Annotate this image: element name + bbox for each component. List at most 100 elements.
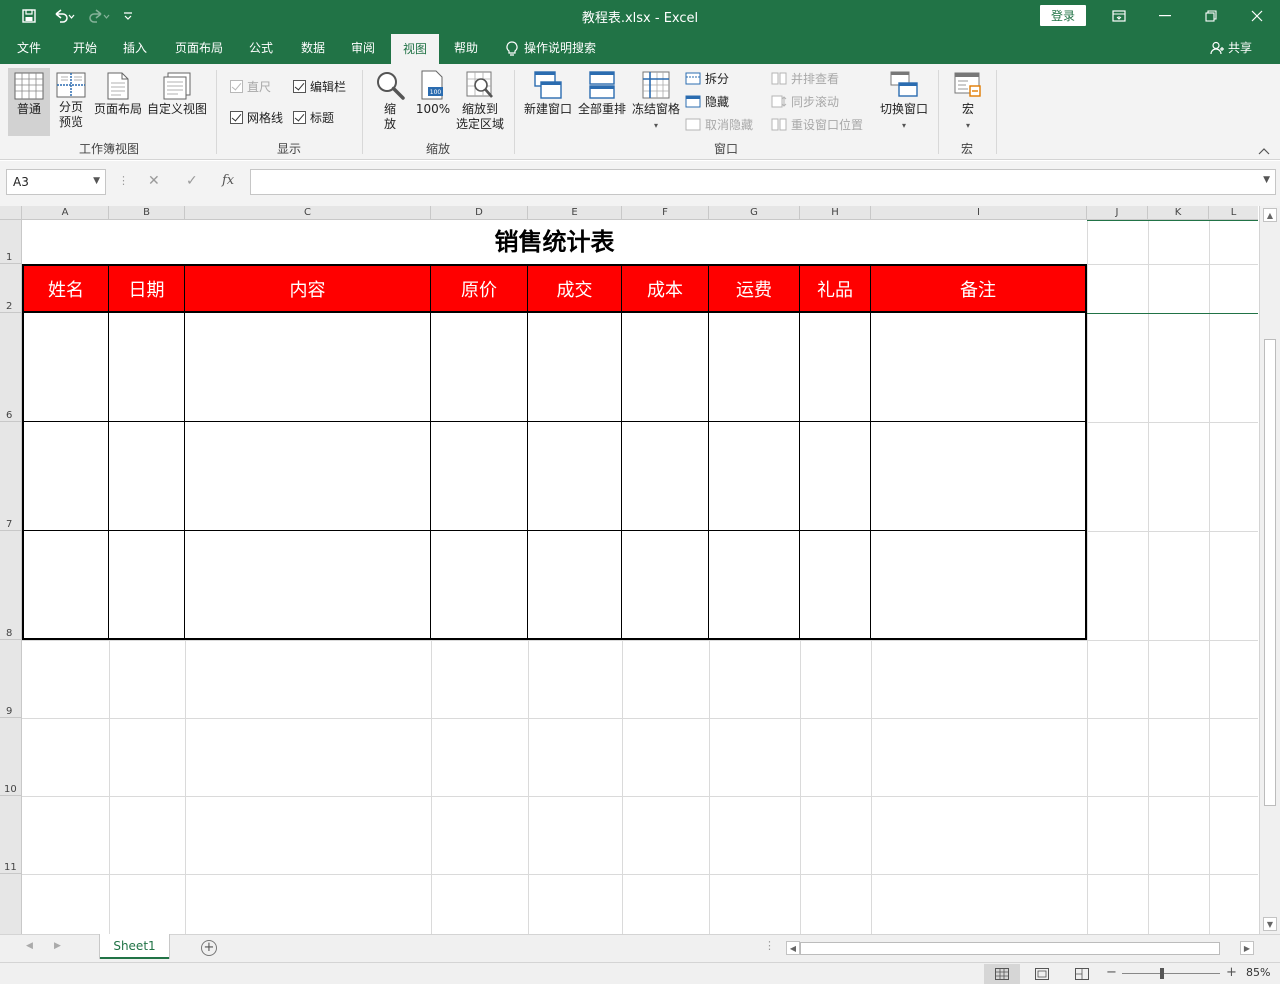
header-cell-shipping[interactable]: 运费: [709, 264, 800, 313]
select-all-corner[interactable]: [0, 206, 22, 220]
tab-page-layout[interactable]: 页面布局: [168, 32, 230, 64]
ruler-checkbox[interactable]: 直尺: [230, 78, 271, 95]
zoom-slider-knob[interactable]: [1160, 968, 1164, 979]
reset-window-position-button[interactable]: 重设窗口位置: [771, 116, 863, 133]
zoom-out-icon[interactable]: −: [1106, 965, 1117, 980]
table-cell[interactable]: [871, 313, 1087, 422]
arrange-all-button[interactable]: 全部重排: [576, 70, 628, 117]
column-header-j[interactable]: J: [1087, 206, 1148, 220]
expand-formula-bar-icon[interactable]: ▼: [1263, 175, 1270, 185]
column-header-l[interactable]: L: [1209, 206, 1258, 220]
ribbon-display-options-icon[interactable]: [1096, 0, 1142, 32]
formula-input[interactable]: ▼: [250, 169, 1276, 195]
normal-view-button[interactable]: 普通: [8, 68, 50, 136]
row-header-11[interactable]: 11: [0, 796, 22, 874]
table-cell[interactable]: [185, 313, 431, 422]
page-break-preview-button[interactable]: 分页 预览: [52, 72, 90, 130]
table-cell[interactable]: [800, 313, 871, 422]
tab-help[interactable]: 帮助: [444, 32, 488, 64]
table-cell[interactable]: [22, 313, 109, 422]
table-cell[interactable]: [22, 422, 109, 531]
tab-view[interactable]: 视图: [391, 34, 439, 64]
column-header-h[interactable]: H: [800, 206, 871, 220]
table-cell[interactable]: [709, 531, 800, 640]
worksheet-grid[interactable]: 销售统计表 姓名 日期 内容 原价 成交 成本 运费 礼品 备注: [22, 220, 1258, 934]
normal-view-status-button[interactable]: [984, 964, 1020, 984]
name-box[interactable]: A3 ▼: [6, 169, 106, 195]
row-header-10[interactable]: 10: [0, 718, 22, 796]
table-cell[interactable]: [431, 313, 528, 422]
header-cell-gift[interactable]: 礼品: [800, 264, 871, 313]
zoom-level[interactable]: 85%: [1246, 966, 1270, 979]
header-cell-date[interactable]: 日期: [109, 264, 185, 313]
table-cell[interactable]: [22, 531, 109, 640]
tab-home[interactable]: 开始: [62, 32, 108, 64]
column-header-g[interactable]: G: [709, 206, 800, 220]
name-box-dropdown-icon[interactable]: ▼: [93, 176, 100, 186]
row-header-7[interactable]: 7: [0, 422, 22, 531]
freeze-panes-button[interactable]: 冻结窗格 ▾: [630, 70, 682, 133]
hide-window-button[interactable]: 隐藏: [685, 93, 729, 110]
cancel-icon[interactable]: ✕: [148, 173, 160, 189]
next-sheet-icon[interactable]: ▶: [54, 941, 61, 951]
table-cell[interactable]: [800, 531, 871, 640]
table-cell[interactable]: [800, 422, 871, 531]
page-layout-status-button[interactable]: [1024, 964, 1060, 984]
table-cell[interactable]: [528, 422, 622, 531]
table-cell[interactable]: [431, 531, 528, 640]
header-cell-cost[interactable]: 成本: [622, 264, 709, 313]
tab-insert[interactable]: 插入: [114, 32, 156, 64]
new-sheet-icon[interactable]: +: [201, 940, 217, 956]
table-cell[interactable]: [709, 313, 800, 422]
page-layout-view-button[interactable]: 页面布局: [92, 72, 144, 117]
column-header-f[interactable]: F: [622, 206, 709, 220]
column-header-c[interactable]: C: [185, 206, 431, 220]
tab-file[interactable]: 文件: [8, 32, 50, 64]
tab-review[interactable]: 审阅: [342, 32, 384, 64]
header-cell-original-price[interactable]: 原价: [431, 264, 528, 313]
share-button[interactable]: 共享: [1210, 32, 1260, 64]
previous-sheet-icon[interactable]: ◀: [26, 941, 33, 951]
column-header-i[interactable]: I: [871, 206, 1087, 220]
close-icon[interactable]: [1234, 0, 1280, 32]
tab-data[interactable]: 数据: [292, 32, 334, 64]
table-cell[interactable]: [528, 313, 622, 422]
formula-bar-checkbox[interactable]: 编辑栏: [293, 78, 346, 95]
sheet-title-cell[interactable]: 销售统计表: [22, 220, 1087, 264]
scroll-up-icon[interactable]: ▲: [1263, 208, 1277, 222]
row-header-6[interactable]: 6: [0, 313, 22, 422]
table-cell[interactable]: [871, 531, 1087, 640]
table-cell[interactable]: [185, 422, 431, 531]
column-header-e[interactable]: E: [528, 206, 622, 220]
table-cell[interactable]: [185, 531, 431, 640]
zoom-button[interactable]: 缩 放: [372, 70, 408, 132]
insert-function-button[interactable]: fx: [222, 173, 234, 188]
vertical-scroll-thumb[interactable]: [1264, 339, 1276, 806]
zoom-slider[interactable]: [1122, 973, 1220, 974]
horizontal-scroll-thumb[interactable]: [800, 942, 1220, 955]
table-cell[interactable]: [871, 422, 1087, 531]
header-cell-remarks[interactable]: 备注: [871, 264, 1087, 313]
minimize-icon[interactable]: [1142, 0, 1188, 32]
header-cell-name[interactable]: 姓名: [22, 264, 109, 313]
sheet-tab-sheet1[interactable]: Sheet1: [100, 934, 169, 959]
row-header-2[interactable]: 2: [0, 264, 22, 313]
vertical-scrollbar[interactable]: ▲ ▼: [1259, 206, 1280, 934]
restore-icon[interactable]: [1188, 0, 1234, 32]
zoom-100-button[interactable]: 100 100%: [412, 70, 454, 117]
header-cell-content[interactable]: 内容: [185, 264, 431, 313]
zoom-in-icon[interactable]: +: [1226, 965, 1237, 980]
scroll-right-icon[interactable]: ▶: [1240, 941, 1254, 955]
column-header-a[interactable]: A: [22, 206, 109, 220]
row-header-9[interactable]: 9: [0, 640, 22, 718]
table-cell[interactable]: [622, 313, 709, 422]
table-cell[interactable]: [109, 422, 185, 531]
table-cell[interactable]: [709, 422, 800, 531]
unhide-window-button[interactable]: 取消隐藏: [685, 116, 753, 133]
tab-formulas[interactable]: 公式: [240, 32, 282, 64]
horizontal-scrollbar[interactable]: ◀ ▶: [786, 941, 1256, 956]
zoom-to-selection-button[interactable]: 缩放到 选定区域: [454, 70, 506, 132]
switch-windows-button[interactable]: 切换窗口 ▾: [876, 70, 932, 133]
table-cell[interactable]: [431, 422, 528, 531]
gridlines-checkbox[interactable]: 网格线: [230, 109, 283, 126]
